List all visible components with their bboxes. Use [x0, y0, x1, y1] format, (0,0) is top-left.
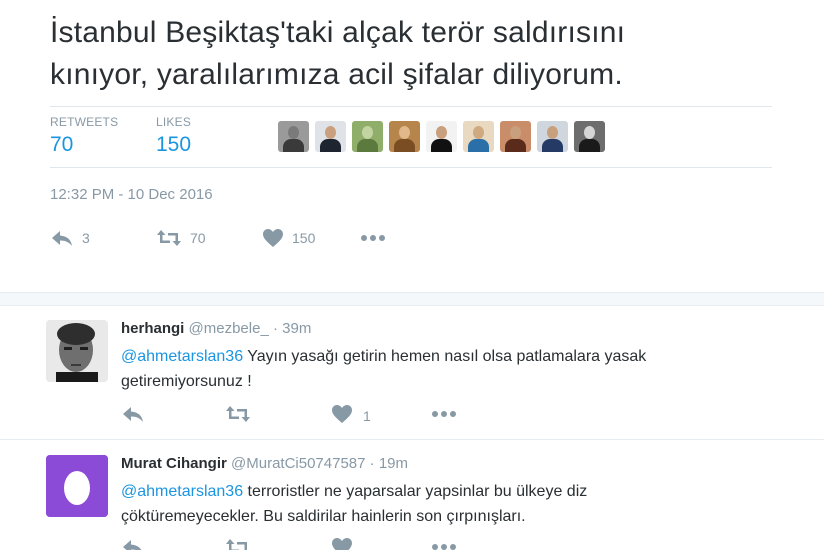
reply-text-line-1: terroristler ne yaparsalar yapsinlar bu … — [243, 483, 588, 500]
tweet-text-line-2: kınıyor, yaralılarımıza acil şifalar dil… — [50, 58, 623, 91]
retweets-stat[interactable]: RETWEETS 70 — [50, 115, 118, 157]
more-icon — [431, 537, 457, 550]
reply-author-name[interactable]: herhangi — [121, 320, 184, 337]
reply-tweet[interactable]: herhangi @mezbele_ · 39m @ahmetarslan36 … — [0, 306, 824, 440]
retweet-button[interactable] — [225, 404, 251, 427]
separator-dot: · — [272, 320, 278, 337]
reply-author-handle[interactable]: @mezbele_ — [189, 320, 269, 337]
reply-time[interactable]: 19m — [379, 455, 408, 472]
reply-button[interactable] — [121, 404, 145, 427]
separator-dot: · — [369, 455, 375, 472]
retweet-button[interactable] — [225, 537, 251, 550]
more-button[interactable] — [431, 404, 457, 427]
reply-header: herhangi @mezbele_ · 39m — [121, 320, 311, 337]
replies-divider — [0, 292, 824, 306]
heart-icon — [331, 404, 353, 427]
reply-icon — [50, 228, 74, 248]
reply-count: 3 — [82, 230, 90, 246]
heart-icon — [331, 537, 353, 550]
retweet-count: 70 — [190, 230, 206, 246]
likes-value: 150 — [156, 133, 192, 156]
retweets-value: 70 — [50, 133, 74, 156]
tweet-timestamp[interactable]: 12:32 PM - 10 Dec 2016 — [50, 186, 213, 203]
likes-stat[interactable]: LIKES 150 — [156, 115, 191, 157]
reply-button[interactable] — [121, 537, 145, 550]
reply-text-line-1: Yayın yasağı getirin hemen nasıl olsa pa… — [243, 348, 647, 365]
liker-avatars — [278, 121, 605, 153]
reply-header: Murat Cihangir @MuratCi50747587 · 19m — [121, 455, 408, 472]
reply-text-line-2: getiremiyorsunuz ! — [121, 373, 252, 390]
reply-author-name[interactable]: Murat Cihangir — [121, 455, 227, 472]
reply-text: @ahmetarslan36 terroristler ne yaparsala… — [121, 479, 741, 529]
retweet-icon — [156, 228, 182, 248]
like-count: 150 — [292, 230, 316, 246]
liker-avatar[interactable] — [352, 121, 383, 152]
liker-avatar[interactable] — [278, 121, 309, 152]
main-tweet: İstanbul Beşiktaş'taki alçak terör saldı… — [0, 0, 824, 292]
liker-avatar[interactable] — [389, 121, 420, 152]
mention-link[interactable]: @ahmetarslan36 — [121, 483, 243, 500]
more-icon — [431, 404, 457, 427]
reply-time[interactable]: 39m — [282, 320, 311, 337]
avatar[interactable] — [46, 320, 108, 382]
tweet-text-line-1: İstanbul Beşiktaş'taki alçak terör saldı… — [50, 16, 626, 49]
liker-avatar[interactable] — [537, 121, 568, 152]
like-button[interactable]: 1 — [331, 404, 371, 427]
more-button[interactable] — [431, 537, 457, 550]
liker-avatar[interactable] — [500, 121, 531, 152]
retweet-icon — [225, 537, 251, 550]
liker-avatar[interactable] — [315, 121, 346, 152]
mention-link[interactable]: @ahmetarslan36 — [121, 348, 243, 365]
like-button[interactable] — [331, 537, 363, 550]
more-icon — [360, 228, 386, 248]
reply-icon — [121, 537, 145, 550]
reply-tweet[interactable]: Murat Cihangir @MuratCi50747587 · 19m @a… — [0, 441, 824, 550]
like-button[interactable]: 150 — [262, 226, 315, 250]
liker-avatar[interactable] — [574, 121, 605, 152]
retweet-button[interactable]: 70 — [156, 226, 206, 250]
tweet-text: İstanbul Beşiktaş'taki alçak terör saldı… — [50, 12, 770, 96]
reply-icon — [121, 404, 145, 427]
like-count: 1 — [363, 407, 371, 424]
egg-avatar-icon — [46, 455, 108, 517]
heart-icon — [262, 228, 284, 248]
reply-text-line-2: çöktüremeyecekler. Bu saldirilar hainler… — [121, 508, 526, 525]
avatar[interactable] — [46, 455, 108, 517]
liker-avatar[interactable] — [463, 121, 494, 152]
tweet-stats: RETWEETS 70 LIKES 150 — [50, 106, 772, 168]
likes-label: LIKES — [156, 115, 192, 129]
liker-avatar[interactable] — [426, 121, 457, 152]
retweets-label: RETWEETS — [50, 115, 119, 129]
more-button[interactable] — [360, 226, 386, 250]
reply-author-handle[interactable]: @MuratCi50747587 — [231, 455, 365, 472]
reply-button[interactable]: 3 — [50, 226, 90, 250]
retweet-icon — [225, 404, 251, 427]
reply-text: @ahmetarslan36 Yayın yasağı getirin heme… — [121, 344, 741, 394]
